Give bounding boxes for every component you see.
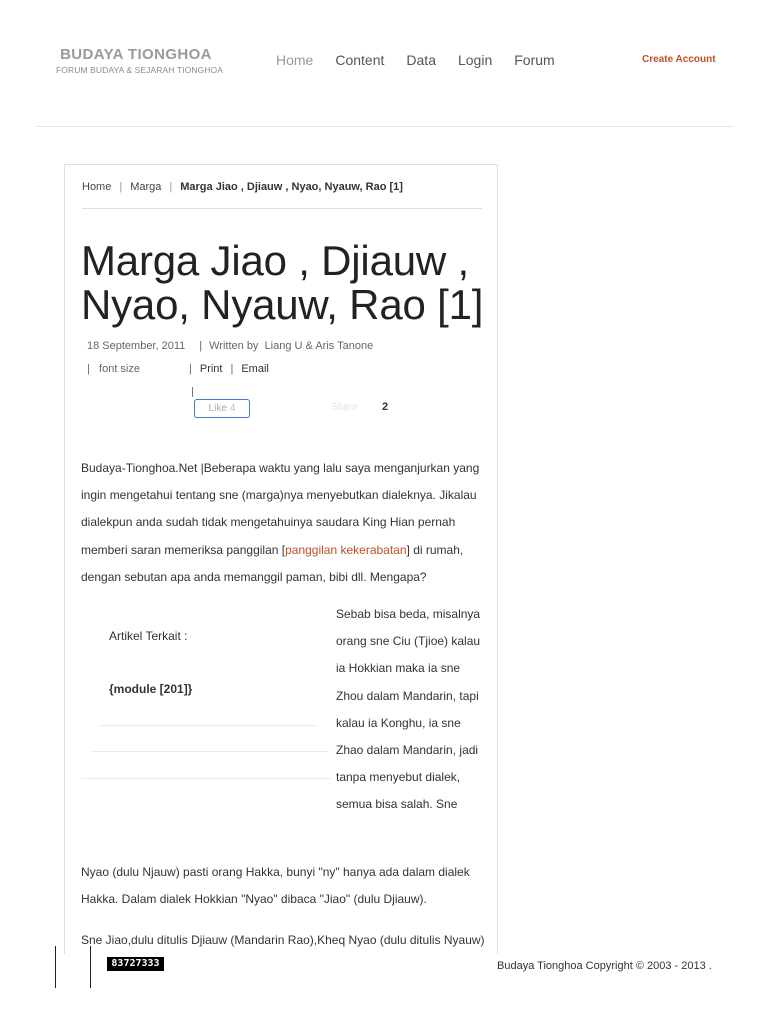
article-title: Marga Jiao , Djiauw , Nyao, Nyauw, Rao [… — [81, 237, 484, 328]
site-header: BUDAYA TIONGHOA FORUM BUDAYA & SEJARAH T… — [0, 0, 768, 127]
related-articles-label: Artikel Terkait : — [109, 629, 188, 644]
article-meta: 18 September, 2011 | Written by Liang U & … — [87, 340, 373, 352]
article-body: Budaya-Tionghoa.Net |Beberapa waktu yang… — [81, 455, 485, 954]
footer-divider — [55, 946, 56, 988]
article-paragraph: Budaya-Tionghoa.Net |Beberapa waktu yang… — [81, 455, 485, 591]
breadcrumb-marga[interactable]: Marga — [130, 181, 161, 193]
breadcrumb-separator: | — [169, 181, 173, 193]
module-placeholder: {module [201]} — [109, 682, 193, 697]
article-container: Home | Marga | Marga Jiao , Djiauw , Nyao, N… — [64, 164, 498, 954]
nav-content[interactable]: Content — [335, 52, 384, 68]
article-paragraph: Sne Jiao,dulu ditulis Djiauw (Mandarin R… — [81, 933, 485, 948]
visitor-counter: 83727333 — [107, 957, 164, 971]
nav-forum[interactable]: Forum — [514, 52, 554, 68]
related-divider — [81, 778, 331, 780]
email-link[interactable]: Email — [241, 363, 269, 375]
social-divider — [192, 387, 193, 397]
article-tools: | font size | Print | Email — [87, 363, 269, 375]
like-label: Like — [208, 403, 227, 414]
print-link[interactable]: Print — [200, 363, 223, 375]
related-articles-block: Artikel Terkait : {module [201]} Sebab b… — [81, 601, 485, 859]
article-paragraph: Nyao (dulu Njauw) pasti orang Hakka, bun… — [81, 865, 470, 907]
nav-home[interactable]: Home — [276, 52, 313, 68]
like-count: 4 — [229, 403, 236, 414]
meta-separator: | — [189, 363, 192, 375]
main-nav: Home Content Data Login Forum — [276, 52, 577, 68]
footer-divider — [90, 946, 91, 988]
article-paragraph: Sebab bisa beda, misalnya orang sne Ciu … — [336, 607, 481, 812]
related-divider — [99, 725, 317, 727]
nav-login[interactable]: Login — [458, 52, 492, 68]
written-by-label: Written by — [209, 340, 259, 352]
header-divider — [36, 126, 733, 127]
panggilan-kekerabatan-link[interactable]: panggilan kekerabatan — [285, 543, 406, 557]
related-divider — [91, 751, 329, 753]
create-account-link[interactable]: Create Account — [642, 54, 716, 65]
breadcrumb-separator: | — [119, 181, 123, 193]
brand-title: BUDAYA TIONGHOA — [60, 46, 212, 63]
font-size-control[interactable]: | font size — [87, 363, 181, 375]
font-size-label: font size — [99, 363, 140, 375]
breadcrumb-current: Marga Jiao , Djiauw , Nyao, Nyauw, Rao [… — [180, 181, 403, 193]
site-brand[interactable]: BUDAYA TIONGHOA FORUM BUDAYA & SEJARAH T… — [56, 46, 223, 75]
article-authors: Liang U & Aris Tanone — [264, 340, 374, 352]
article-date: 18 September, 2011 — [87, 340, 186, 352]
footer-copyright: Budaya Tionghoa Copyright © 2003 - 2013 … — [497, 960, 712, 972]
share-count: 2 — [382, 401, 389, 413]
breadcrumb: Home | Marga | Marga Jiao , Djiauw , Nyao, N… — [82, 181, 482, 209]
share-button[interactable]: Share — [331, 402, 358, 413]
breadcrumb-home[interactable]: Home — [82, 181, 111, 193]
nav-data[interactable]: Data — [406, 52, 436, 68]
related-articles-sidebar: Artikel Terkait : {module [201]} — [81, 601, 331, 859]
meta-separator: | — [199, 340, 203, 352]
facebook-like-button[interactable]: Like 4 — [194, 399, 250, 418]
brand-subtitle: FORUM BUDAYA & SEJARAH TIONGHOA — [56, 65, 223, 75]
meta-separator: | — [230, 363, 234, 375]
